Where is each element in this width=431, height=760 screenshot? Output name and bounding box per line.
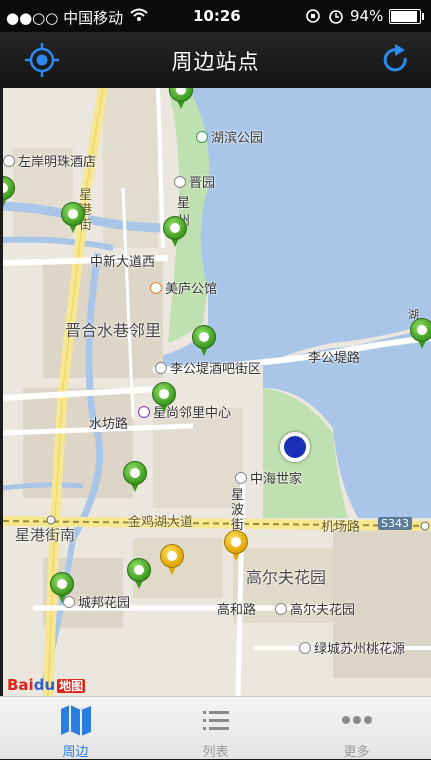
map-label-jinhe: 晋合水巷邻里 [65,321,162,340]
wifi-icon [130,8,148,21]
station-pin-yellow[interactable] [224,530,248,566]
station-pin[interactable] [192,325,216,361]
station-pin[interactable] [410,318,431,354]
map-label-xinggang-south: 星港街南 [15,526,76,544]
refresh-button[interactable] [376,40,416,80]
tab-nearby[interactable]: 周边 [4,697,147,760]
carrier-signal: ●●○○ 中国移动 [6,9,124,27]
station-pin[interactable] [123,461,147,497]
list-icon [202,711,229,730]
map-label-zhonghai: 中海世家 [235,468,302,487]
tab-label: 列表 [202,745,229,760]
map-label-hubin-park: 湖滨公园 [196,127,263,146]
more-icon [341,716,372,724]
map-label-jinjihu-avenue: 金鸡湖大道 [128,515,194,530]
status-bar: ●●○○ 中国移动 10:26 94% [0,0,431,32]
battery-icon [389,9,424,24]
map-icon [60,705,91,736]
map-label-jinyuan: 晋园 [174,172,215,191]
map-label-ligongdi-road: 李公堤路 [308,351,361,366]
map-label-meilu: 美庐公馆 [150,278,217,297]
tab-list[interactable]: 列表 [144,697,287,760]
battery-percent: 94% [350,7,384,25]
station-pin[interactable] [3,176,15,212]
station-pin[interactable] [163,216,187,252]
tab-label: 周边 [62,745,89,760]
map-label-golf-garden-2: 高尔夫花园 [275,599,355,618]
tab-label: 更多 [343,745,370,760]
station-pin[interactable] [50,572,74,608]
map-label-xing: 星 [177,196,191,211]
station-pin[interactable] [61,202,85,238]
tab-more[interactable]: 更多 [285,697,428,760]
station-pin[interactable] [152,382,176,418]
map-label-shuifang-road: 水坊路 [89,417,129,432]
map-label-xingbo-street: 星波街 [231,488,245,533]
clock: 10:26 [193,7,241,25]
map-label-golf-garden: 高尔夫花园 [246,568,327,587]
orientation-lock-icon [306,9,320,23]
map-label-s343: S343 [378,517,412,530]
baidu-map-logo: Baidu 地图 [7,676,86,694]
alarm-icon [329,10,343,24]
refresh-icon [383,44,407,72]
page-title: 周边站点 [171,50,260,74]
map-label-zhongxin-avenue: 中新大道西 [90,255,156,270]
station-pin-yellow[interactable] [160,544,184,580]
station-pin[interactable] [127,558,151,594]
station-pin[interactable] [169,88,193,114]
map-label-lvcheng: 绿城苏州桃花源 [299,638,405,657]
current-location-marker [280,432,310,462]
map-label-jichang-road: 机场路 [321,520,361,535]
map-view[interactable]: 湖滨公园 左岸明珠酒店 晋园 星 州 星港街 中新大道西 美庐公馆 晋合水巷邻里… [3,88,431,696]
nav-bar: 周边站点 [0,32,431,88]
map-label-gaohe-road: 高和路 [217,603,257,618]
map-label-zuoan-hotel: 左岸明珠酒店 [3,151,96,170]
tab-bar: 周边 列表 更多 [0,696,431,760]
